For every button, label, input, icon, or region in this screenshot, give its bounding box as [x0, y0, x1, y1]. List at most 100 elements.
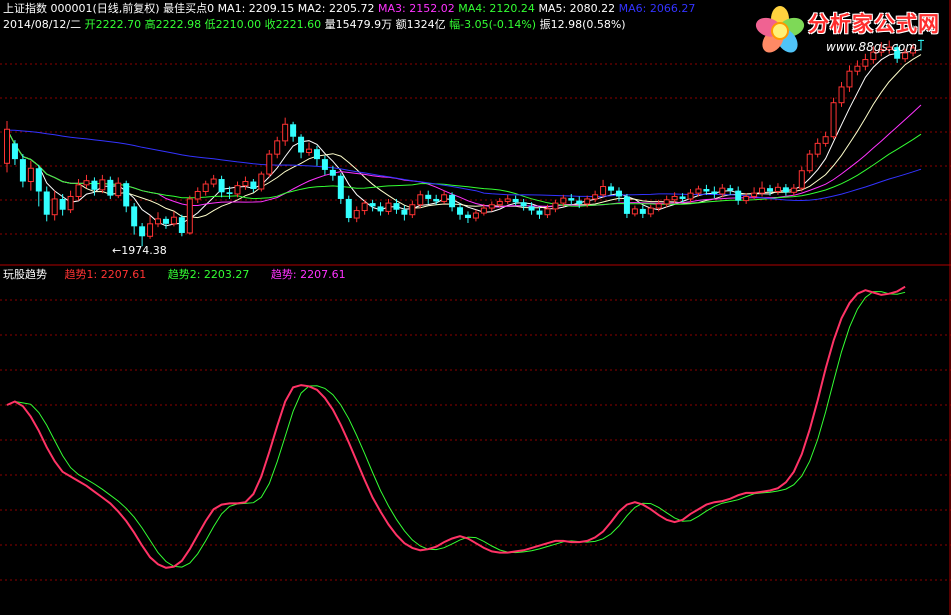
candle-body-up: [210, 178, 217, 185]
open-value: 开2222.70: [84, 18, 142, 31]
ma5-value: MA5: 2080.22: [538, 2, 616, 15]
trend2-line: [6, 291, 906, 568]
candle-body-up: [361, 202, 368, 212]
candle-body-down: [608, 186, 615, 191]
candle-body-up: [695, 188, 702, 194]
candle-body-up: [115, 182, 122, 197]
candlesticks: [4, 39, 924, 247]
ma1-value: MA1: 2209.15: [217, 2, 295, 15]
candle-body-up: [743, 195, 750, 202]
amplitude-value: 振12.98(0.58%): [539, 18, 626, 31]
ma-line-ma2: [6, 54, 922, 219]
candle-body-down: [464, 214, 471, 219]
candle-body-down: [512, 198, 519, 203]
candle-body-down: [433, 198, 440, 202]
candle-body-down: [711, 191, 718, 194]
date-value: 2014/08/12/二: [3, 18, 82, 31]
candle-body-up: [266, 153, 273, 175]
candle-body-up: [242, 181, 249, 187]
candle-body-down: [576, 200, 583, 204]
candle-body-down: [43, 191, 50, 215]
trend-value: 趋势: 2207.61: [270, 268, 346, 281]
trend1-line: [6, 285, 906, 569]
candle-body-down: [536, 210, 543, 215]
close-value: 收2221.60: [264, 18, 322, 31]
candle-body-up: [544, 208, 551, 216]
low-point-value: 1974.38: [121, 244, 167, 257]
candle-body-up: [4, 128, 10, 164]
indicator-header: 玩股趋势 趋势1: 2207.61 趋势2: 2203.27 趋势: 2207.…: [3, 268, 346, 281]
candle-body-down: [35, 168, 42, 192]
moving-average-lines: [6, 49, 922, 227]
candle-body-down: [329, 169, 336, 176]
candle-body-up: [202, 183, 209, 192]
candle-body-up: [282, 123, 289, 142]
candle-body-up: [504, 198, 511, 202]
candle-body-up: [846, 70, 853, 88]
header-line-1: 上证指数 000001(日线,前复权) 最佳买点0 MA1: 2209.15 M…: [3, 2, 695, 15]
header-line-2: 2014/08/12/二 开2222.70 高2222.98 低2210.00 …: [3, 18, 626, 31]
candle-body-up: [306, 148, 313, 153]
candle-body-up: [671, 195, 678, 201]
candle-body-up: [441, 194, 448, 202]
ma4-value: MA4: 2120.24: [458, 2, 535, 15]
candle-body-up: [496, 200, 503, 206]
candle-body-up: [170, 216, 177, 225]
candle-body-down: [298, 136, 305, 153]
candle-body-down: [19, 159, 26, 182]
ma6-value: MA6: 2066.27: [618, 2, 696, 15]
candle-body-down: [639, 208, 646, 214]
trend2-value: 趋势2: 2203.27: [167, 268, 250, 281]
amount-value: 额1324亿: [395, 18, 446, 31]
candle-body-up: [258, 173, 265, 190]
candle-body-up: [409, 204, 416, 216]
candle-body-down: [321, 159, 328, 170]
candle-body-up: [822, 136, 829, 144]
candle-body-up: [83, 180, 90, 186]
candle-body-down: [178, 217, 185, 233]
volume-value: 量15479.9万: [324, 18, 393, 31]
candle-body-down: [107, 179, 114, 196]
flower-logo-icon: [755, 6, 805, 53]
candle-body-down: [425, 194, 432, 199]
candle-body-down: [139, 226, 146, 237]
logo-title: 分析家公式网: [808, 12, 940, 36]
candle-body-down: [401, 209, 408, 215]
low-arrow-icon: ←: [112, 244, 122, 257]
stock-chart: [0, 0, 951, 615]
ma-line-ma4: [6, 129, 922, 207]
candle-body-down: [337, 175, 344, 199]
header-title: 上证指数 000001(日线,前复权) 最佳买点0: [3, 2, 215, 15]
candle-body-down: [703, 188, 710, 192]
candle-body-down: [727, 188, 734, 191]
candle-body-up: [655, 203, 662, 209]
logo-url: www.88gs.com: [826, 40, 918, 54]
candle-body-down: [290, 124, 297, 137]
candle-body-up: [51, 198, 58, 216]
candle-body-up: [759, 187, 766, 194]
candle-body-up: [719, 187, 726, 195]
candle-body-down: [91, 180, 98, 190]
candle-body-down: [679, 196, 686, 199]
candle-body-down: [766, 188, 773, 192]
candle-body-up: [67, 195, 74, 211]
indicator-name: 玩股趋势: [3, 268, 47, 281]
low-point-label: ←1974.38: [112, 244, 167, 257]
candle-body-up: [663, 199, 670, 205]
candle-body-down: [123, 183, 130, 207]
candle-body-down: [218, 179, 225, 193]
candle-body-up: [155, 218, 162, 225]
candle-body-up: [147, 223, 154, 237]
candle-body-up: [751, 192, 758, 197]
candle-body-up: [806, 153, 813, 172]
candle-body-up: [552, 202, 559, 210]
candle-body-up: [274, 140, 281, 155]
site-logo: 分析家公式网 www.88gs.com: [752, 2, 948, 62]
candle-body-up: [838, 86, 845, 104]
candle-body-up: [472, 212, 479, 219]
candle-body-up: [647, 207, 654, 215]
candle-body-down: [568, 198, 575, 201]
candle-body-up: [99, 179, 106, 191]
candle-body-down: [59, 198, 66, 210]
candle-body-up: [814, 142, 821, 155]
